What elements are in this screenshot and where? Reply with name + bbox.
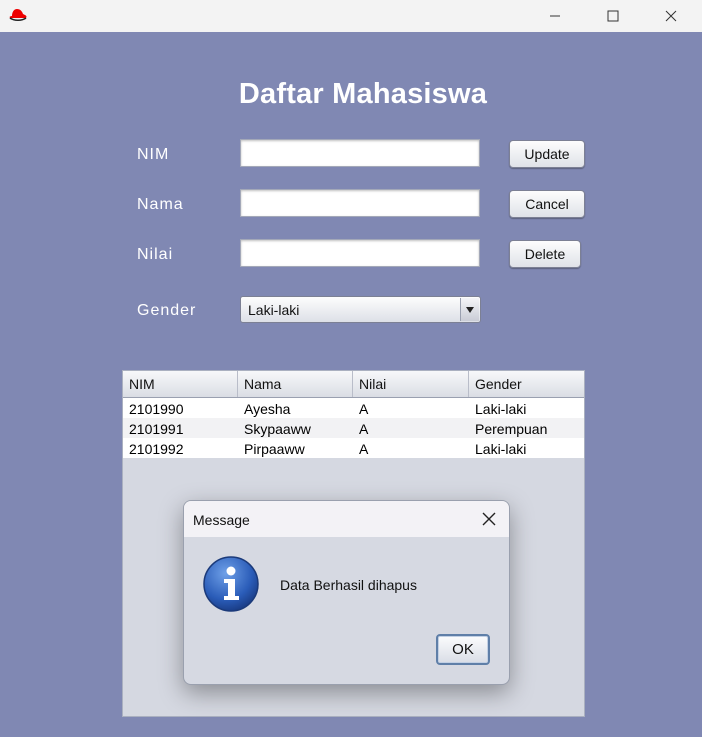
nilai-label: Nilai: [137, 246, 174, 263]
dialog-close-button[interactable]: [479, 509, 499, 529]
cell-nama: Pirpaaww: [244, 441, 305, 457]
close-button[interactable]: [642, 0, 700, 32]
ok-button[interactable]: OK: [436, 634, 490, 665]
cell-gender: Laki-laki: [475, 441, 527, 457]
cell-nilai: A: [359, 401, 369, 417]
dropdown-arrow[interactable]: [460, 298, 479, 321]
close-icon: [665, 10, 677, 22]
cell-nama: Ayesha: [244, 401, 291, 417]
redhat-icon: [9, 9, 27, 21]
cell-nilai: A: [359, 441, 369, 457]
close-icon: [482, 512, 496, 526]
message-dialog: Message Data Berhasil dihapus OK: [183, 500, 510, 685]
column-header-nim[interactable]: NIM: [123, 371, 238, 397]
table-header: NIM Nama Nilai Gender: [123, 371, 584, 398]
nilai-field[interactable]: [240, 239, 480, 267]
cell-nim: 2101990: [129, 401, 184, 417]
chevron-down-icon: [466, 306, 474, 313]
maximize-button[interactable]: [584, 0, 642, 32]
column-header-nilai[interactable]: Nilai: [353, 371, 469, 397]
maximize-icon: [607, 10, 619, 22]
dialog-titlebar[interactable]: Message: [184, 501, 509, 537]
cancel-button[interactable]: Cancel: [509, 190, 585, 218]
nama-label: Nama: [137, 196, 184, 213]
gender-select[interactable]: Laki-laki: [240, 296, 481, 323]
column-header-gender[interactable]: Gender: [469, 371, 584, 397]
dialog-title: Message: [193, 512, 250, 528]
cell-nim: 2101991: [129, 421, 184, 437]
gender-label: Gender: [137, 302, 197, 319]
nama-field[interactable]: [240, 189, 480, 217]
table-row[interactable]: 2101991 Skypaaww A Perempuan: [123, 418, 584, 438]
column-header-nama[interactable]: Nama: [238, 371, 353, 397]
cell-nim: 2101992: [129, 441, 184, 457]
window-titlebar: [0, 0, 702, 32]
delete-button[interactable]: Delete: [509, 240, 581, 268]
cell-nilai: A: [359, 421, 369, 437]
page-title: Daftar Mahasiswa: [238, 78, 488, 110]
cell-gender: Laki-laki: [475, 401, 527, 417]
nim-field[interactable]: [240, 139, 480, 167]
info-icon: [203, 556, 259, 612]
dialog-message: Data Berhasil dihapus: [280, 577, 417, 593]
table-row[interactable]: 2101990 Ayesha A Laki-laki: [123, 398, 584, 418]
table-row[interactable]: 2101992 Pirpaaww A Laki-laki: [123, 438, 584, 458]
minimize-icon: [550, 15, 560, 17]
minimize-button[interactable]: [526, 0, 584, 32]
cell-gender: Perempuan: [475, 421, 548, 437]
cell-nama: Skypaaww: [244, 421, 311, 437]
nim-label: NIM: [137, 146, 170, 163]
update-button[interactable]: Update: [509, 140, 585, 168]
gender-select-value: Laki-laki: [248, 302, 300, 318]
